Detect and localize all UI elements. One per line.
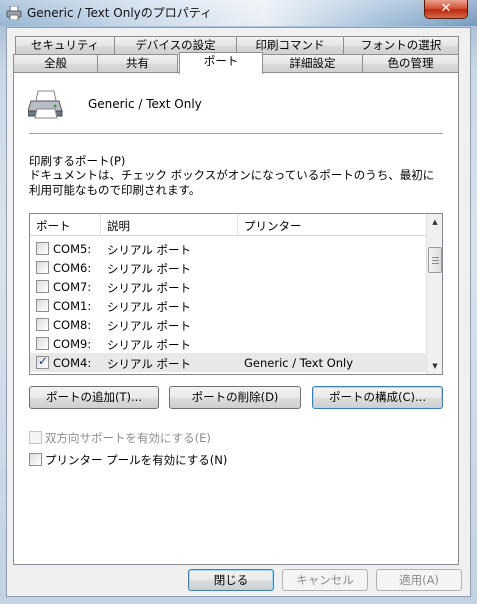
port-name: COM7:: [53, 280, 92, 294]
tab-label: 詳細設定: [289, 56, 336, 70]
port-checkbox[interactable]: [36, 261, 49, 274]
tab-label: 共有: [126, 56, 149, 70]
port-description: シリアル ポート: [107, 243, 192, 257]
list-item[interactable]: COM7: シリアル ポート: [30, 277, 426, 296]
bidirectional-label: 双方向サポートを有効にする(E): [45, 431, 211, 445]
column-divider[interactable]: [237, 214, 238, 236]
port-checkbox[interactable]: [36, 354, 49, 369]
list-item[interactable]: COM8: シリアル ポート: [30, 315, 426, 334]
list-item[interactable]: COM5: シリアル ポート: [30, 239, 426, 258]
separator: [29, 133, 443, 134]
port-list[interactable]: ポート 説明 プリンター COM5: シリアル ポート COM6: シリアル ポ…: [29, 213, 443, 375]
port-description: シリアル ポート: [107, 281, 192, 295]
printer-name: Generic / Text Only: [88, 97, 202, 111]
tab-ports[interactable]: ポート: [179, 52, 263, 74]
list-item[interactable]: COM1: シリアル ポート: [30, 296, 426, 315]
tab-security[interactable]: セキュリティ: [15, 36, 115, 55]
tab-font-selection[interactable]: フォントの選択: [343, 36, 459, 55]
close-button[interactable]: 閉じる: [188, 569, 274, 591]
tab-label: 色の管理: [387, 56, 434, 70]
list-item[interactable]: COM9: シリアル ポート: [30, 334, 426, 353]
column-header-printer[interactable]: プリンター: [244, 218, 302, 234]
delete-port-button[interactable]: ポートの削除(D): [169, 386, 301, 409]
scroll-down-arrow-icon[interactable]: ▼: [427, 358, 442, 374]
bidirectional-checkbox[interactable]: [29, 431, 42, 444]
list-scrollbar[interactable]: ▲ ▼: [426, 214, 442, 374]
port-checkbox[interactable]: [36, 299, 49, 312]
list-item[interactable]: COM6: シリアル ポート: [30, 258, 426, 277]
port-checkbox[interactable]: [36, 337, 49, 350]
pooling-checkbox[interactable]: [29, 453, 42, 466]
cancel-button[interactable]: キャンセル: [282, 569, 368, 591]
port-description: シリアル ポート: [107, 262, 192, 276]
window-title: Generic / Text Onlyのプロパティ: [27, 6, 213, 20]
column-header-port[interactable]: ポート: [36, 218, 71, 234]
tab-label: 印刷コマンド: [255, 38, 325, 52]
port-checkbox[interactable]: [36, 242, 49, 255]
port-name: COM4:: [53, 356, 92, 370]
apply-button[interactable]: 適用(A): [376, 569, 462, 591]
tab-sharing[interactable]: 共有: [97, 54, 178, 73]
column-header-description[interactable]: 説明: [107, 218, 130, 234]
list-item[interactable]: COM4: シリアル ポート Generic / Text Only: [30, 353, 426, 372]
tab-label: デバイスの設定: [135, 38, 216, 52]
list-header: ポート 説明 プリンター: [30, 214, 426, 236]
ports-label: 印刷するポート(P): [29, 154, 126, 168]
port-checkbox[interactable]: [36, 318, 49, 331]
printer-icon: [6, 6, 22, 20]
port-name: COM8:: [53, 318, 92, 332]
port-checkbox[interactable]: [36, 280, 49, 293]
port-name: COM6:: [53, 261, 92, 275]
ports-description: ドキュメントは、チェック ボックスがオンになっているポートのうち、最初に利用可能…: [29, 168, 435, 197]
port-description: シリアル ポート: [107, 319, 192, 333]
scroll-thumb[interactable]: [428, 247, 442, 273]
close-icon: ✕: [440, 1, 452, 16]
scroll-up-arrow-icon[interactable]: ▲: [427, 214, 442, 230]
configure-port-button[interactable]: ポートの構成(C)...: [312, 386, 443, 409]
tab-label: セキュリティ: [30, 38, 100, 52]
tab-color-management[interactable]: 色の管理: [362, 54, 459, 73]
port-description: シリアル ポート: [107, 300, 192, 314]
port-name: COM1:: [53, 299, 92, 313]
tab-advanced[interactable]: 詳細設定: [262, 54, 363, 73]
column-divider[interactable]: [100, 214, 101, 236]
title-bar: Generic / Text Onlyのプロパティ ✕: [0, 0, 477, 26]
port-printer: Generic / Text Only: [244, 356, 354, 370]
tab-label: 全般: [44, 56, 67, 70]
tab-label: フォントの選択: [360, 38, 442, 52]
port-name: COM9:: [53, 337, 92, 351]
port-description: シリアル ポート: [107, 338, 192, 352]
add-port-button[interactable]: ポートの追加(T)...: [29, 386, 159, 409]
pooling-label: プリンター プールを有効にする(N): [45, 453, 228, 467]
port-description: シリアル ポート: [107, 357, 192, 371]
close-window-button[interactable]: ✕: [424, 0, 468, 19]
tab-general[interactable]: 全般: [13, 54, 98, 73]
port-name: COM5:: [53, 242, 92, 256]
tab-label: ポート: [203, 54, 239, 68]
printer-icon: [28, 90, 63, 119]
